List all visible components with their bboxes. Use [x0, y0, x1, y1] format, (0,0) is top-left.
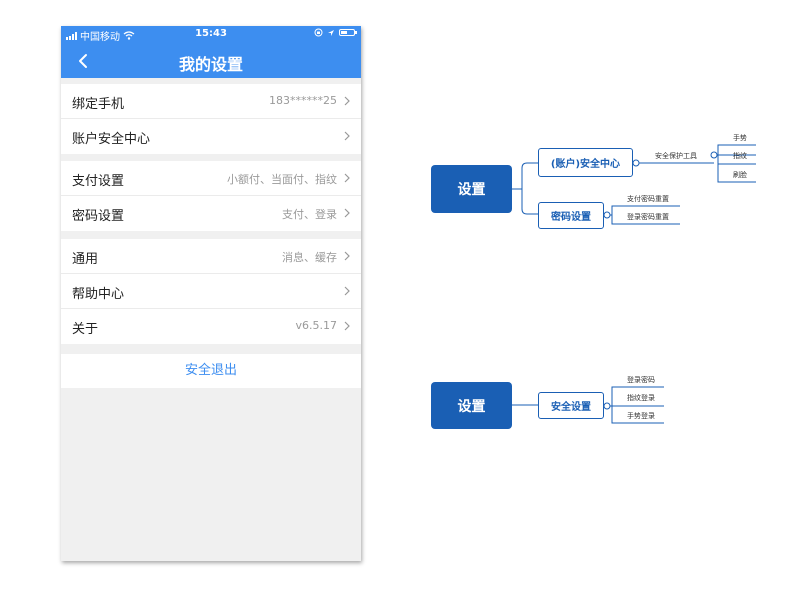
mindmap-node-password-settings: 密码设置: [538, 202, 604, 229]
mindmap-leaf: 指纹: [733, 152, 747, 160]
mindmap-root-top: 设置: [431, 165, 512, 213]
mindmap-node-security-center: (账户)安全中心: [538, 148, 633, 177]
mindmap-leaf: 手势登录: [627, 412, 655, 420]
mindmap-leaf: 安全保护工具: [655, 152, 697, 160]
mindmap-connectors: [512, 144, 756, 424]
mindmap-root-bottom: 设置: [431, 382, 512, 429]
mindmap-leaf: 登录密码重置: [627, 213, 669, 221]
mindmap-leaf: 刷脸: [733, 171, 747, 179]
mindmap-leaf: 支付密码重置: [627, 195, 669, 203]
mindmap-area: 设置 (账户)安全中心 密码设置 安全保护工具 手势 指纹 刷脸 支付密码重置 …: [0, 0, 800, 600]
mindmap-leaf: 指纹登录: [627, 394, 655, 402]
mindmap-leaf: 登录密码: [627, 376, 655, 384]
mindmap-node-security-settings: 安全设置: [538, 392, 604, 419]
mindmap-leaf: 手势: [733, 134, 747, 142]
